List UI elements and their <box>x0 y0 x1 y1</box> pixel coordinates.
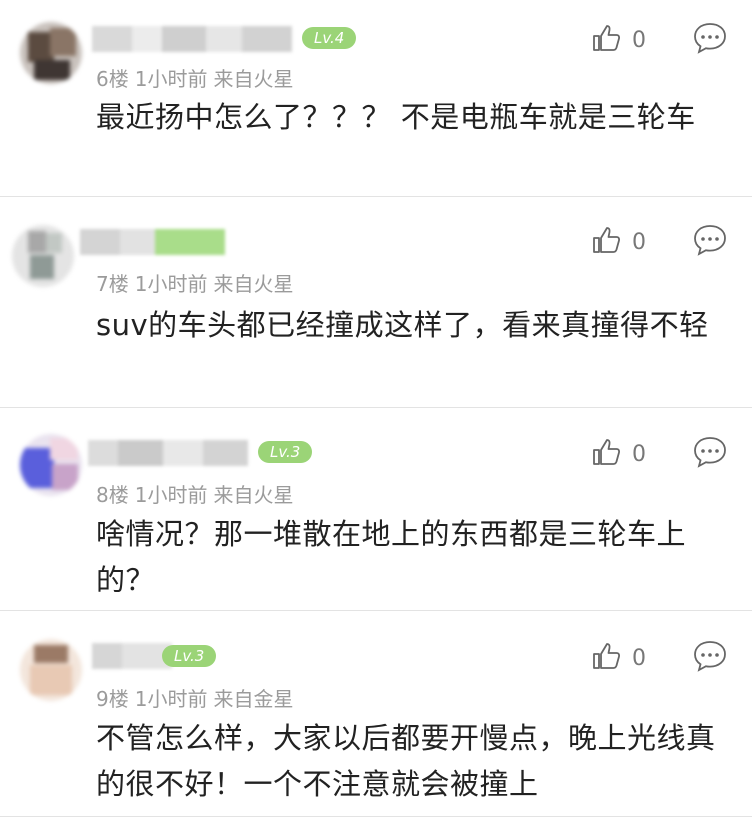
level-badge: Lv.4 <box>302 27 357 49</box>
username-blurred[interactable] <box>88 440 248 466</box>
username-blurred[interactable] <box>92 26 292 52</box>
comment-text: suv的车头都已经撞成这样了，看来真撞得不轻 <box>96 308 709 342</box>
comment-meta: 6楼 1小时前 来自火星 <box>96 63 293 92</box>
post-time: 1小时前 <box>134 483 208 507</box>
reply-button[interactable] <box>692 434 728 470</box>
thumbs-up-icon <box>590 22 622 58</box>
like-button[interactable]: 0 <box>590 436 646 472</box>
divider <box>0 816 752 817</box>
avatar[interactable] <box>20 434 82 496</box>
comment-bubble-icon <box>692 23 728 60</box>
comment-text: 啥情况？那一堆散在地上的东西都是三轮车上的？ <box>96 517 687 597</box>
like-count: 0 <box>632 645 646 671</box>
comment-bubble-icon <box>692 437 728 474</box>
comment-text: 最近扬中怎么了？？？ 不是电瓶车就是三轮车 <box>96 100 696 134</box>
comment-item: Lv.3 0 8楼 1小时前 来自火星 啥情况？那一堆散在地上的东西都是三轮车上的？ <box>0 408 752 610</box>
level-badge: Lv.3 <box>258 441 313 463</box>
comment-item: Lv.4 0 6楼 1小时前 来自火星 最近扬中怎么了？？？ 不是电瓶车就是三轮车 <box>0 0 752 196</box>
thumbs-up-icon <box>590 436 622 472</box>
comment-bubble-icon <box>692 225 728 262</box>
floor-number: 9楼 <box>96 687 129 711</box>
comment-text: 不管怎么样，大家以后都要开慢点，晚上光线真的很不好！一个不注意就会被撞上 <box>96 721 716 801</box>
floor-number: 7楼 <box>96 272 129 296</box>
reply-button[interactable] <box>692 20 728 56</box>
comment-meta: 8楼 1小时前 来自火星 <box>96 479 293 508</box>
like-button[interactable]: 0 <box>590 224 646 260</box>
post-time: 1小时前 <box>134 67 208 91</box>
post-source: 来自金星 <box>213 687 294 711</box>
username-blurred[interactable] <box>92 643 172 669</box>
post-source: 来自火星 <box>213 67 294 91</box>
comment-bubble-icon <box>692 641 728 678</box>
reply-button[interactable] <box>692 638 728 674</box>
like-count: 0 <box>632 229 646 255</box>
post-source: 来自火星 <box>213 272 294 296</box>
username-blurred[interactable] <box>80 229 225 255</box>
post-time: 1小时前 <box>134 687 208 711</box>
thumbs-up-icon <box>590 640 622 676</box>
comment-meta: 9楼 1小时前 来自金星 <box>96 683 293 712</box>
comment-meta: 7楼 1小时前 来自火星 <box>96 268 293 297</box>
level-badge: Lv.3 <box>162 645 217 667</box>
reply-button[interactable] <box>692 222 728 258</box>
like-count: 0 <box>632 441 646 467</box>
comment-item: 0 7楼 1小时前 来自火星 suv的车头都已经撞成这样了，看来真撞得不轻 <box>0 197 752 407</box>
comment-item: Lv.3 0 9楼 1小时前 来自金星 不管怎么样，大家以后都要开慢点，晚上光线真的… <box>0 611 752 821</box>
comment-list: Lv.4 0 6楼 1小时前 来自火星 最近扬中怎么了？？？ 不是电瓶车就是三轮车 <box>0 0 752 821</box>
floor-number: 6楼 <box>96 67 129 91</box>
avatar[interactable] <box>20 639 82 701</box>
post-time: 1小时前 <box>134 272 208 296</box>
like-button[interactable]: 0 <box>590 22 646 58</box>
avatar[interactable] <box>12 225 74 287</box>
floor-number: 8楼 <box>96 483 129 507</box>
thumbs-up-icon <box>590 224 622 260</box>
post-source: 来自火星 <box>213 483 294 507</box>
like-button[interactable]: 0 <box>590 640 646 676</box>
avatar[interactable] <box>20 22 82 84</box>
like-count: 0 <box>632 27 646 53</box>
